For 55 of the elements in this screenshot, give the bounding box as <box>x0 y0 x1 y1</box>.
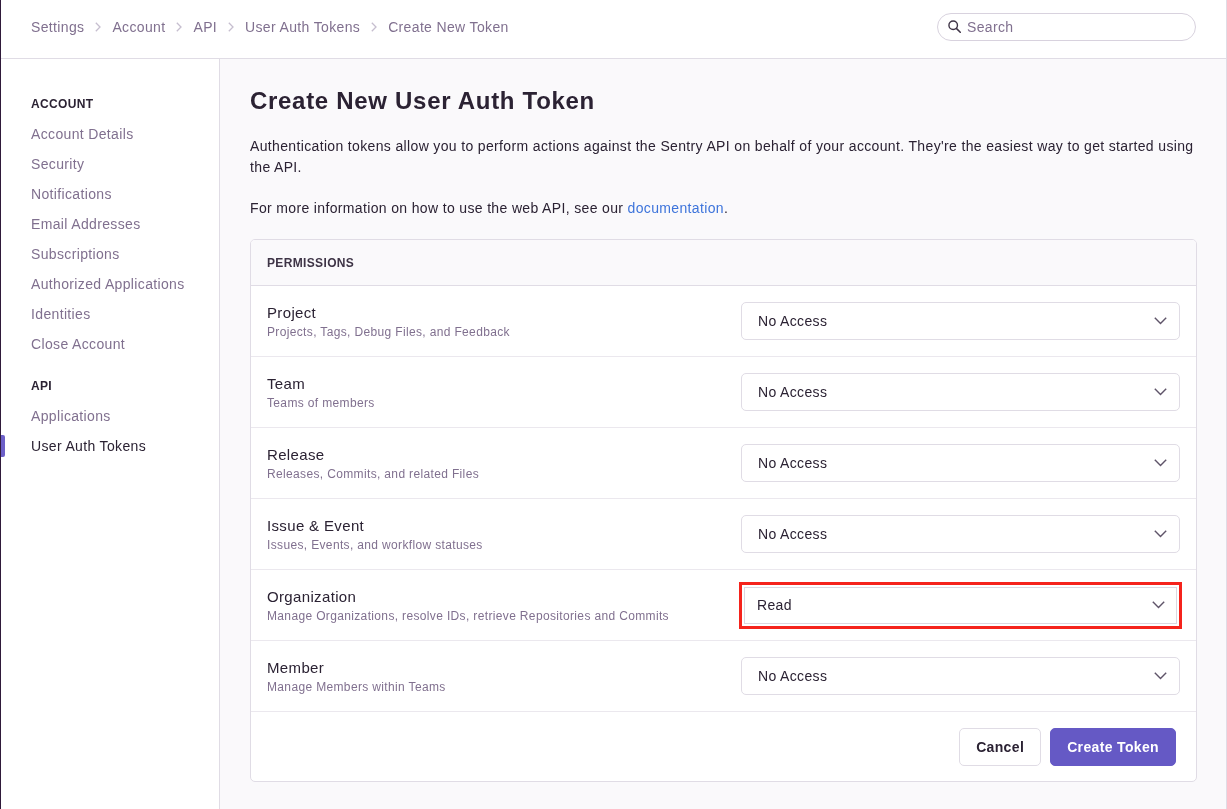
cancel-button[interactable]: Cancel <box>959 728 1042 766</box>
permission-name: Release <box>267 444 326 464</box>
panel-title: PERMISSIONS <box>267 255 355 270</box>
permission-name: Member <box>267 657 326 677</box>
page-title: Create New User Auth Token <box>250 86 596 116</box>
permission-description: Issues, Events, and workflow statuses <box>267 536 484 553</box>
sidebar-item[interactable]: Notifications <box>31 185 112 203</box>
permission-description: Projects, Tags, Debug Files, and Feedback <box>267 323 511 340</box>
sidebar-item[interactable]: Close Account <box>31 335 126 353</box>
active-indicator <box>1 435 5 457</box>
chevron-down-icon <box>1154 530 1167 538</box>
sidebar-item[interactable]: Applications <box>31 407 111 425</box>
sidebar-item[interactable]: Identities <box>31 305 91 323</box>
breadcrumb-current: Create New Token <box>388 18 509 36</box>
documentation-link[interactable]: documentation <box>627 200 724 216</box>
permission-description: Manage Organizations, resolve IDs, retrieve Repositories and Commits <box>267 607 670 624</box>
access-select[interactable]: No Access <box>741 657 1180 695</box>
search-field[interactable]: Search <box>937 13 1196 41</box>
sidebar-item[interactable]: User Auth Tokens <box>31 437 147 455</box>
sidebar-item[interactable]: Authorized Applications <box>31 275 185 293</box>
permission-name: Issue & Event <box>267 515 366 535</box>
chevron-right-icon <box>228 22 235 32</box>
sidebar-item[interactable]: Email Addresses <box>31 215 141 233</box>
access-select[interactable]: No Access <box>741 444 1180 482</box>
chevron-down-icon <box>1154 388 1167 396</box>
access-select[interactable]: Read <box>739 581 1182 629</box>
breadcrumb-link[interactable]: API <box>193 18 218 36</box>
access-select[interactable]: No Access <box>741 515 1180 553</box>
access-select[interactable]: No Access <box>741 373 1180 411</box>
access-select[interactable]: No Access <box>741 302 1180 340</box>
sidebar-heading: ACCOUNT <box>30 96 95 112</box>
create-token-button[interactable]: Create Token <box>1050 728 1176 766</box>
chevron-down-icon <box>1154 459 1167 467</box>
search-icon <box>948 20 961 33</box>
permission-name: Project <box>267 302 318 322</box>
info-text: For more information on how to use the web API, see our documentation. <box>250 199 730 218</box>
permission-description: Releases, Commits, and related Files <box>267 465 480 482</box>
sidebar-item[interactable]: Security <box>31 155 85 173</box>
permission-description: Manage Members within Teams <box>267 678 447 695</box>
chevron-down-icon <box>1152 601 1165 609</box>
sidebar-item[interactable]: Account Details <box>31 125 134 143</box>
description-text: Authentication tokens allow you to perform actions against the Sentry API on behalf of your account. They're the easiest way to get started using the API. <box>250 137 1195 177</box>
permission-name: Team <box>267 373 307 393</box>
chevron-down-icon <box>1154 672 1167 680</box>
chevron-right-icon <box>176 22 183 32</box>
breadcrumb-link[interactable]: Account <box>112 18 166 36</box>
chevron-right-icon <box>371 22 378 32</box>
breadcrumb-link[interactable]: User Auth Tokens <box>245 18 361 36</box>
permission-name: Organization <box>267 586 358 606</box>
breadcrumb-link[interactable]: Settings <box>31 18 85 36</box>
sidebar-item[interactable]: Subscriptions <box>31 245 120 263</box>
permission-description: Teams of members <box>267 394 376 411</box>
sidebar-heading: API <box>30 378 54 394</box>
chevron-down-icon <box>1154 317 1167 325</box>
chevron-right-icon <box>95 22 102 32</box>
